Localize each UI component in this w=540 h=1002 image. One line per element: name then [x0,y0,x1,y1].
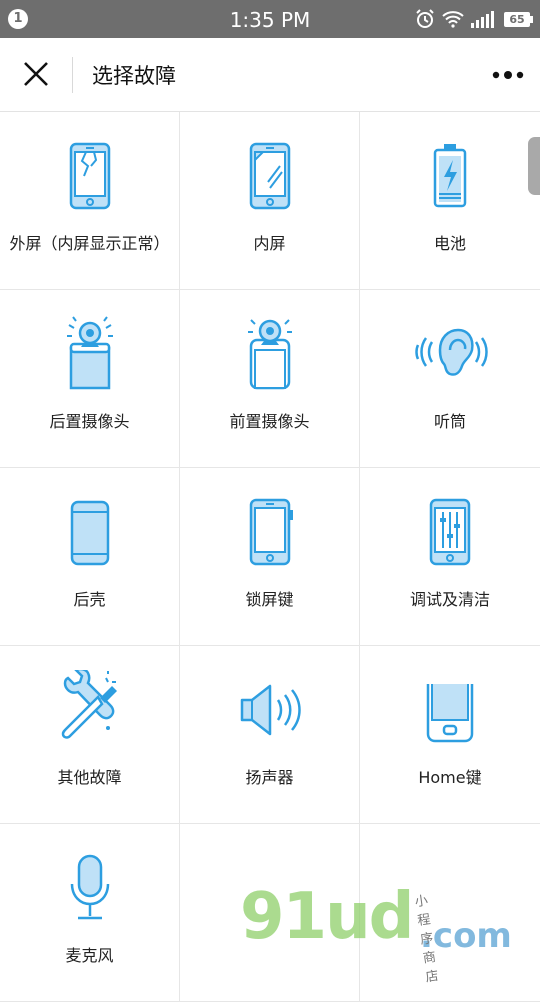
fault-item-lock-button[interactable]: 锁屏键 [180,468,360,646]
fault-label: 外屏（内屏显示正常） [9,234,170,253]
fault-label: 调试及清洁 [409,590,490,609]
fault-item-battery[interactable]: 电池 [360,112,540,290]
fault-label: 后壳 [73,590,106,609]
navigation-bar: 选择故障 [0,38,540,112]
fault-label: 其他故障 [57,768,122,787]
close-button[interactable] [14,52,58,96]
watermark: 91ud .com 小程序商店 [240,880,512,985]
inner-screen-icon [249,142,290,210]
fault-item-inner-screen[interactable]: 内屏 [180,112,360,290]
fault-label: 电池 [433,234,466,253]
adjust-clean-icon [429,498,471,566]
battery-indicator: 65 [504,11,533,27]
earpiece-icon [415,328,488,376]
fault-item-home-button[interactable]: Home键 [360,646,540,824]
side-drawer-handle[interactable] [528,137,540,195]
fault-label: 前置摄像头 [229,412,310,431]
fault-label: 扬声器 [245,768,294,787]
wifi-icon [442,11,464,28]
more-button[interactable] [488,56,528,94]
fault-item-earpiece[interactable]: 听筒 [360,290,540,468]
status-icons: 65 [414,8,533,30]
speaker-icon [240,684,301,736]
close-icon [24,62,48,86]
fault-label: 锁屏键 [245,590,294,609]
rear-camera-icon [66,316,113,390]
front-camera-icon [247,319,292,390]
more-dots-icon [492,71,524,79]
fault-item-front-camera[interactable]: 前置摄像头 [180,290,360,468]
fault-grid: 外屏（内屏显示正常） 内屏 电池 后置摄像头 前置摄像头 听筒 后壳 锁屏键 调… [0,112,540,1002]
fault-item-back-cover[interactable]: 后壳 [0,468,180,646]
lock-button-icon [249,498,293,566]
signal-icon [471,11,494,28]
page-title: 选择故障 [92,64,176,88]
fault-label: Home键 [418,768,482,787]
fault-label: 麦克风 [65,946,114,965]
fault-item-rear-camera[interactable]: 后置摄像头 [0,290,180,468]
alarm-icon [416,9,434,28]
fault-item-adjust-clean[interactable]: 调试及清洁 [360,468,540,646]
battery-icon [433,144,467,208]
fault-label: 内屏 [253,234,286,253]
fault-label: 听筒 [433,412,466,431]
nav-divider [72,57,73,93]
fault-item-speaker[interactable]: 扬声器 [180,646,360,824]
home-button-icon [426,684,474,743]
watermark-logo: 91ud [240,880,414,954]
fault-item-microphone[interactable]: 麦克风 [0,824,180,1002]
back-cover-icon [70,500,109,566]
cracked-screen-icon [69,142,110,210]
tools-icon [61,670,117,739]
microphone-icon [70,854,109,920]
fault-item-other[interactable]: 其他故障 [0,646,180,824]
fault-item-outer-screen[interactable]: 外屏（内屏显示正常） [0,112,180,290]
fault-label: 后置摄像头 [49,412,130,431]
status-bar: 1 1:35 PM 65 [0,0,540,38]
